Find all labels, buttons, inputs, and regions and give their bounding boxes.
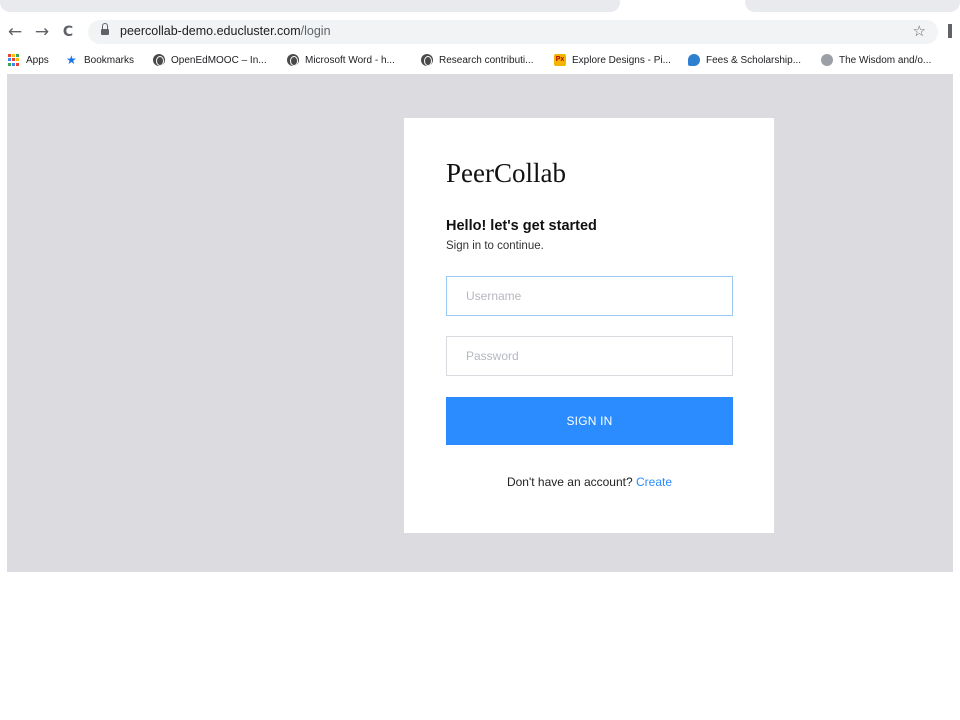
signin-subtitle: Sign in to continue. [446,240,544,252]
create-account-link[interactable]: Create [636,475,672,489]
bookmark-label: Bookmarks [84,54,135,66]
tab-active[interactable] [0,0,620,12]
bookmark-star-icon[interactable]: ☆ [913,22,926,40]
browser-chrome: ← → C peercollab-demo.educluster.com/log… [0,0,960,72]
bookmark-label: Research contributi... [439,54,534,66]
bookmark-apps[interactable]: Apps [8,52,49,68]
bookmark-explore-designs[interactable]: Px Explore Designs - Pi... [554,52,671,68]
bookmark-label: Apps [26,54,49,66]
bookmark-research[interactable]: Research contributi... [421,52,534,68]
sign-in-button[interactable]: SIGN IN [446,397,733,445]
star-icon: ★ [66,53,77,67]
bookmarks-bar: Apps ★ Bookmarks OpenEdMOOC – In... Micr… [0,49,960,71]
url-text[interactable]: peercollab-demo.educluster.com/login [120,24,331,38]
globe-icon [421,54,433,66]
address-bar[interactable]: peercollab-demo.educluster.com/login ☆ [88,20,938,44]
bookmark-microsoft-word[interactable]: Microsoft Word - h... [287,52,395,68]
brand-logo: PeerCollab [446,158,566,188]
bookmark-label: Microsoft Word - h... [305,54,395,66]
chat-bubble-icon [688,54,700,66]
username-input[interactable] [446,276,733,316]
bookmark-label: OpenEdMOOC – In... [171,54,267,66]
bookmark-fees-scholarship[interactable]: Fees & Scholarship... [688,52,801,68]
bookmark-bookmarks[interactable]: ★ Bookmarks [66,52,134,68]
bookmark-label: Explore Designs - Pi... [572,54,671,66]
no-account-text: Don't have an account? [506,475,633,489]
tab-other[interactable] [745,0,960,12]
bookmark-openedmooc[interactable]: OpenEdMOOC – In... [153,52,267,68]
signup-prompt: Don't have an account? Create [446,475,733,489]
forward-icon[interactable]: → [32,22,52,42]
bookmark-label: Fees & Scholarship... [706,54,802,66]
bookmark-wisdom[interactable]: The Wisdom and/o... [821,52,931,68]
login-card: PeerCollab Hello! let's get started Sign… [404,118,774,533]
browser-toolbar: ← → C peercollab-demo.educluster.com/log… [0,18,960,46]
pixabay-icon: Px [554,54,566,66]
bookmark-label: The Wisdom and/o... [839,54,932,66]
back-icon[interactable]: ← [5,22,25,42]
url-path: /login [300,24,331,38]
url-host: peercollab-demo.educluster.com [120,24,301,38]
lock-icon [101,23,109,36]
reload-icon[interactable]: C [58,22,78,42]
globe-icon [287,54,299,66]
tab-strip [0,0,960,14]
face-icon [821,54,833,66]
password-input[interactable] [446,336,733,376]
globe-icon [153,54,165,66]
apps-grid-icon [8,54,20,66]
page-viewport: PeerCollab Hello! let's get started Sign… [7,74,953,572]
greeting-heading: Hello! let's get started [446,218,597,234]
profile-edge-icon[interactable] [948,24,952,38]
